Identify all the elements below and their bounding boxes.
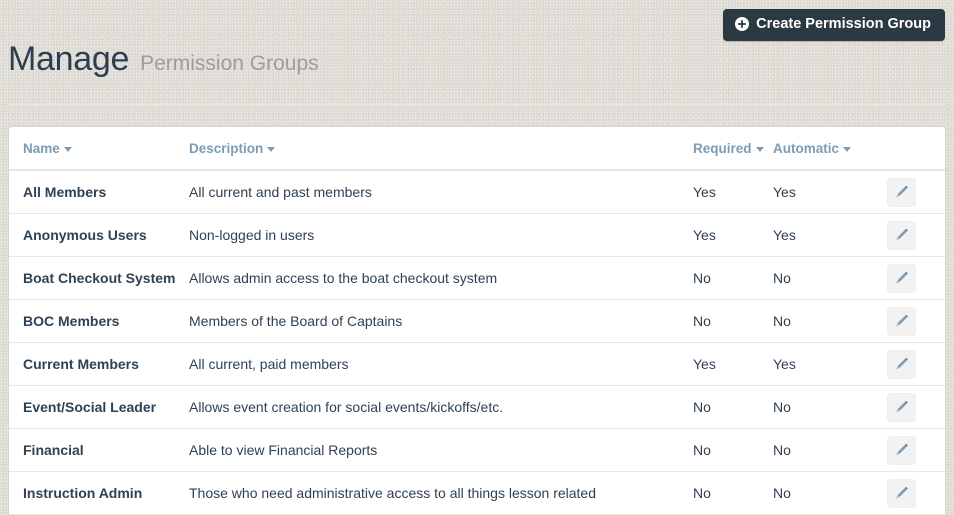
edit-row-button[interactable] — [887, 392, 916, 422]
table-header-row: Name Description Required Automatic — [9, 127, 945, 171]
cell-name: BOC Members — [9, 299, 189, 343]
pencil-icon — [894, 357, 909, 372]
cell-name: All Members — [9, 170, 189, 214]
header-divider — [8, 104, 946, 105]
cell-automatic: No — [773, 428, 873, 472]
page-title-main: Manage — [8, 40, 130, 78]
table-row: Instruction Admin Those who need administ… — [9, 471, 945, 515]
cell-actions — [873, 299, 945, 343]
cell-required: No — [693, 385, 773, 429]
table-header: Name Description Required Automatic — [9, 127, 945, 171]
caret-down-icon — [843, 147, 852, 152]
cell-description: Members of the Board of Captains — [189, 299, 693, 343]
pencil-icon — [894, 400, 909, 415]
table-row: Event/Social Leader Allows event creation… — [9, 385, 945, 429]
cell-description: All current, paid members — [189, 342, 693, 386]
cell-required: No — [693, 428, 773, 472]
create-permission-group-label: Create Permission Group — [756, 16, 931, 32]
cell-actions — [873, 385, 945, 429]
permission-groups-table-card: Name Description Required Automatic All … — [8, 126, 946, 515]
column-header-description[interactable]: Description — [189, 127, 693, 171]
column-header-automatic-label: Automatic — [773, 141, 840, 156]
cell-required: No — [693, 471, 773, 515]
cell-actions — [873, 213, 945, 257]
pencil-icon — [894, 486, 909, 501]
page-title-subtitle: Permission Groups — [140, 52, 319, 75]
table-row: BOC Members Members of the Board of Capta… — [9, 299, 945, 343]
cell-description: Non-logged in users — [189, 213, 693, 257]
edit-row-button[interactable] — [887, 349, 916, 379]
cell-description: Allows admin access to the boat checkout… — [189, 256, 693, 300]
table-row: Anonymous Users Non-logged in users Yes Yes — [9, 213, 945, 257]
pencil-icon — [894, 228, 909, 243]
page-title: Manage Permission Groups — [8, 42, 319, 76]
cell-actions — [873, 256, 945, 300]
plus-circle-icon — [735, 17, 750, 32]
page-header: Create Permission Group Manage Permissio… — [0, 0, 954, 110]
cell-required: No — [693, 256, 773, 300]
table-row: All Members All current and past members Y… — [9, 170, 945, 214]
cell-required: Yes — [693, 170, 773, 214]
cell-required: Yes — [693, 213, 773, 257]
table-row: Current Members All current, paid members… — [9, 342, 945, 386]
cell-automatic: No — [773, 385, 873, 429]
cell-actions — [873, 471, 945, 515]
cell-actions — [873, 170, 945, 214]
cell-actions — [873, 428, 945, 472]
cell-name: Anonymous Users — [9, 213, 189, 257]
caret-down-icon — [267, 147, 276, 152]
cell-automatic: Yes — [773, 342, 873, 386]
cell-description: Allows event creation for social events/… — [189, 385, 693, 429]
column-header-required-label: Required — [693, 141, 752, 156]
caret-down-icon — [63, 147, 72, 152]
create-permission-group-button[interactable]: Create Permission Group — [723, 9, 945, 41]
pencil-icon — [894, 443, 909, 458]
table-row: Financial Able to view Financial Reports N… — [9, 428, 945, 472]
column-header-required[interactable]: Required — [693, 127, 773, 171]
pencil-icon — [894, 271, 909, 286]
cell-description: Those who need administrative access to … — [189, 471, 693, 515]
cell-name: Boat Checkout System — [9, 256, 189, 300]
edit-row-button[interactable] — [887, 478, 916, 508]
edit-row-button[interactable] — [887, 306, 916, 336]
edit-row-button[interactable] — [887, 220, 916, 250]
cell-required: No — [693, 299, 773, 343]
cell-automatic: Yes — [773, 213, 873, 257]
cell-name: Current Members — [9, 342, 189, 386]
edit-row-button[interactable] — [887, 435, 916, 465]
pencil-icon — [894, 314, 909, 329]
caret-down-icon — [755, 147, 764, 152]
edit-row-button[interactable] — [887, 177, 916, 207]
cell-description: All current and past members — [189, 170, 693, 214]
cell-automatic: Yes — [773, 170, 873, 214]
cell-required: Yes — [693, 342, 773, 386]
cell-name: Event/Social Leader — [9, 385, 189, 429]
cell-actions — [873, 342, 945, 386]
cell-automatic: No — [773, 299, 873, 343]
column-header-actions — [873, 127, 945, 171]
pencil-icon — [894, 185, 909, 200]
column-header-name[interactable]: Name — [9, 127, 189, 171]
table-row: Boat Checkout System Allows admin access … — [9, 256, 945, 300]
permission-groups-table: Name Description Required Automatic All … — [9, 127, 945, 515]
table-body: All Members All current and past members Y… — [9, 170, 945, 515]
edit-row-button[interactable] — [887, 263, 916, 293]
cell-automatic: No — [773, 471, 873, 515]
cell-name: Financial — [9, 428, 189, 472]
column-header-name-label: Name — [23, 141, 60, 156]
cell-name: Instruction Admin — [9, 471, 189, 515]
cell-automatic: No — [773, 256, 873, 300]
column-header-description-label: Description — [189, 141, 264, 156]
column-header-automatic[interactable]: Automatic — [773, 127, 873, 171]
cell-description: Able to view Financial Reports — [189, 428, 693, 472]
